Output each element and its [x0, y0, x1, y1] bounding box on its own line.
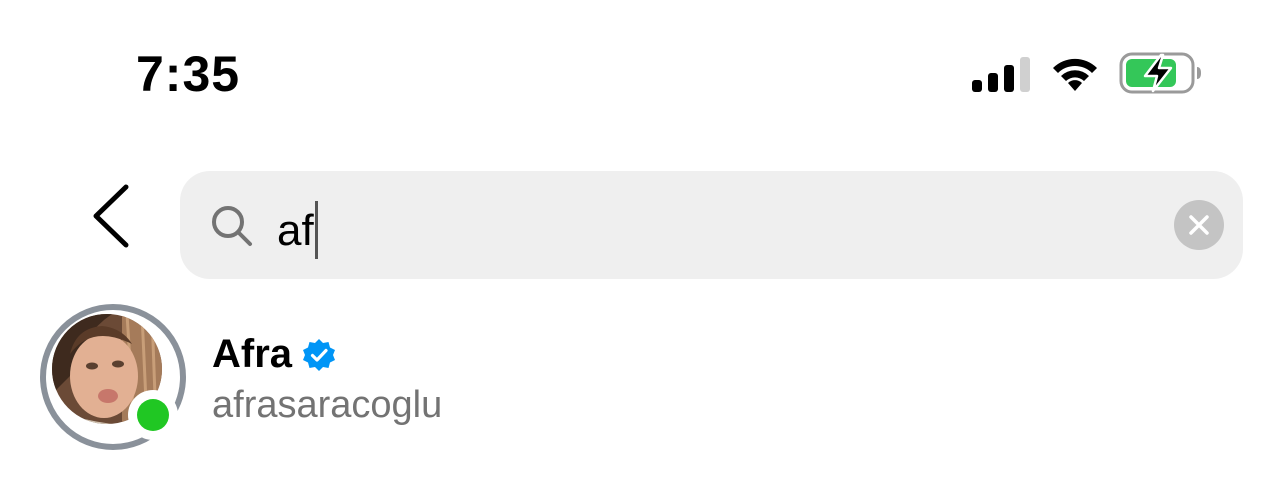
status-time: 7:35 — [136, 46, 241, 102]
search-bar[interactable]: af — [180, 171, 1243, 279]
result-username: afrasaracoglu — [212, 384, 443, 426]
search-result-row[interactable]: Afra afrasaracoglu — [40, 302, 1244, 452]
wifi-icon — [1053, 58, 1097, 91]
search-query-text: af — [277, 206, 314, 255]
search-input[interactable]: af — [277, 201, 318, 259]
search-icon — [212, 206, 252, 246]
clear-x-icon — [1189, 215, 1209, 235]
clear-search-button[interactable] — [1174, 200, 1224, 250]
result-display-name: Afra — [212, 332, 293, 376]
verified-badge-icon — [303, 339, 336, 371]
back-button[interactable] — [80, 180, 140, 252]
chevron-left-icon — [93, 184, 129, 248]
cellular-signal-icon — [972, 57, 1030, 92]
online-status-indicator — [128, 390, 178, 440]
text-cursor — [314, 201, 318, 259]
result-name-line: Afra — [212, 330, 336, 378]
status-bar: 7:35 — [0, 0, 1284, 140]
battery-charging-icon — [1119, 52, 1201, 94]
